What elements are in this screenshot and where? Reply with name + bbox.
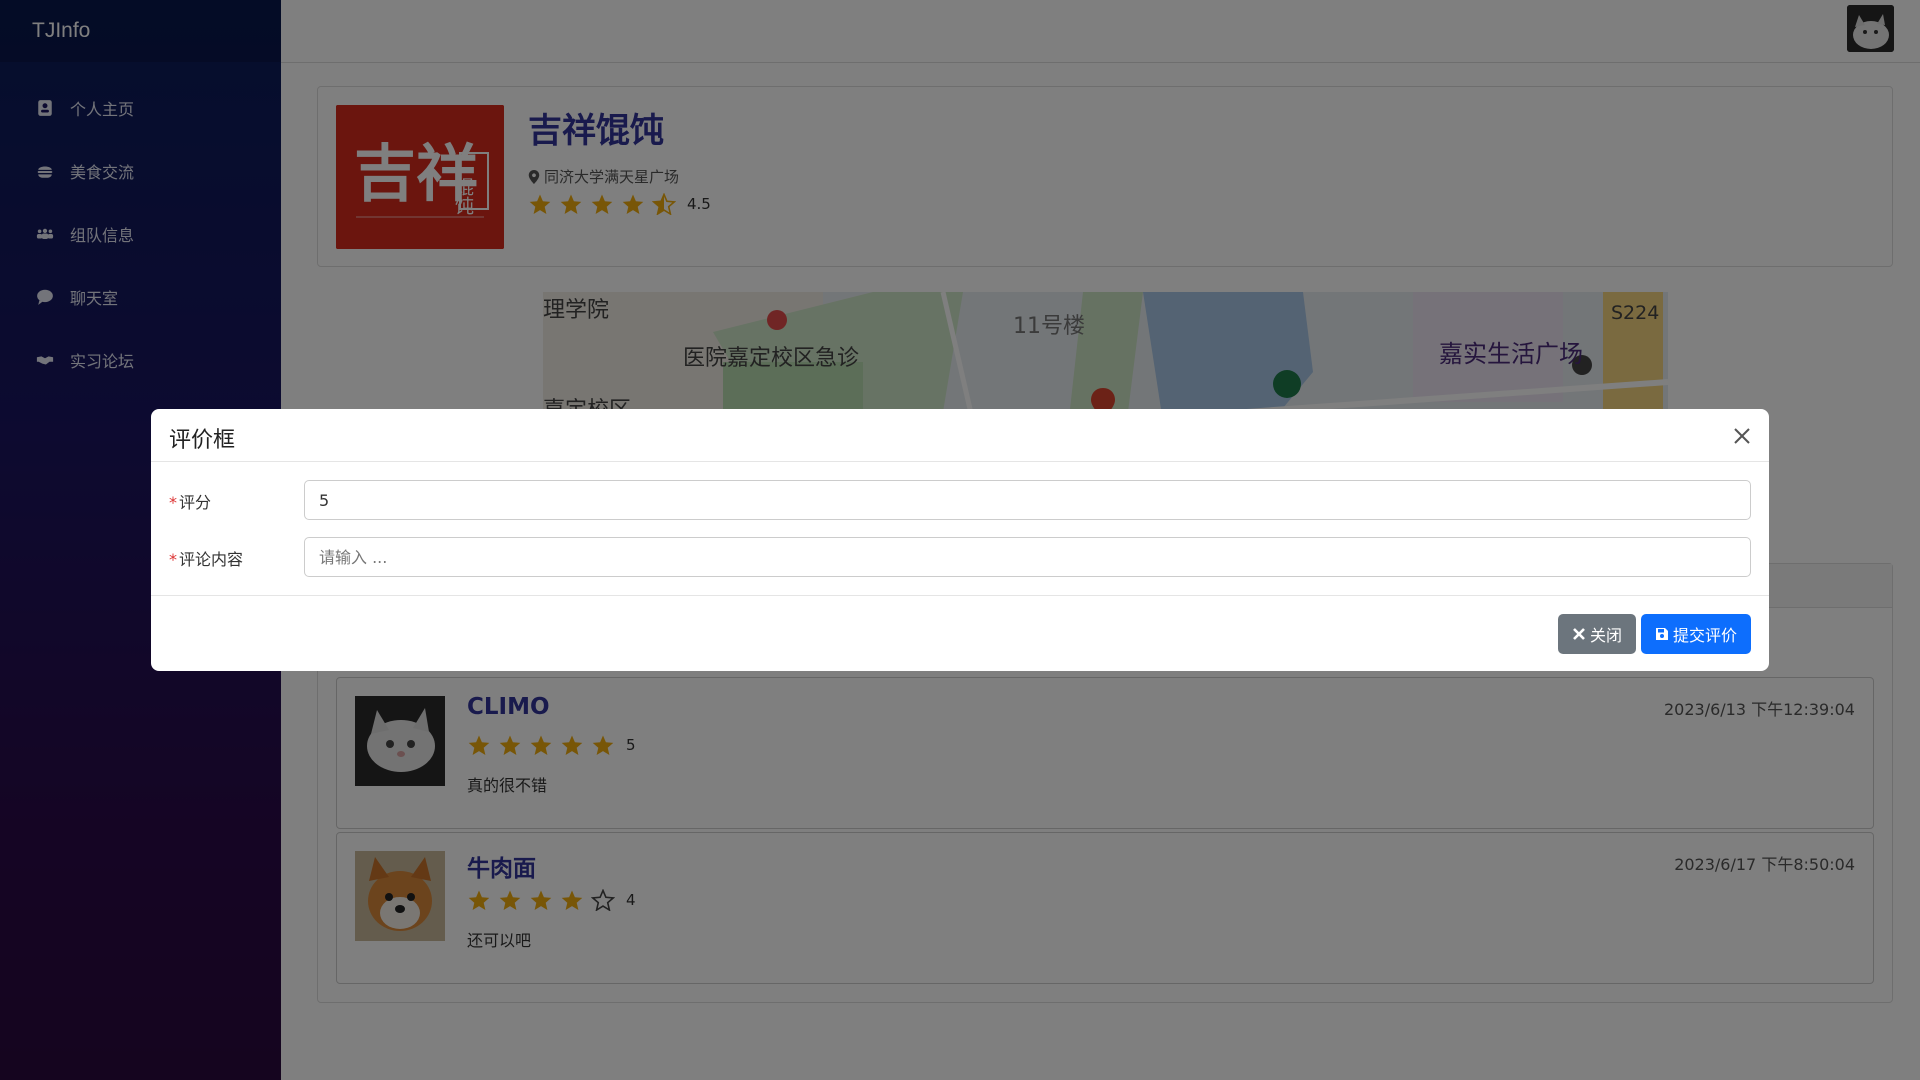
content-row: * 评论内容 [169,537,1751,577]
modal-title: 评价框 [169,428,236,453]
close-button[interactable]: 关闭 [1557,614,1636,654]
save-icon [1655,628,1668,640]
submit-button-label: 提交评价 [1672,626,1737,645]
submit-review-button[interactable]: 提交评价 [1640,614,1751,654]
close-icon[interactable] [1731,425,1753,447]
review-modal: 评价框 *评分 *评论内容 关闭 提交评价 [151,409,1769,671]
score-row: * 评分 [169,480,1751,520]
modal-footer: 关闭 提交评价 [151,595,1769,671]
close-button-label: 关闭 [1589,626,1622,645]
score-input[interactable] [304,480,1751,520]
times-icon [1573,628,1585,640]
content-label: * 评论内容 [169,550,244,569]
content-input[interactable] [304,537,1751,577]
score-label: * 评分 [169,493,212,512]
modal-header: 评价框 [151,409,1769,462]
